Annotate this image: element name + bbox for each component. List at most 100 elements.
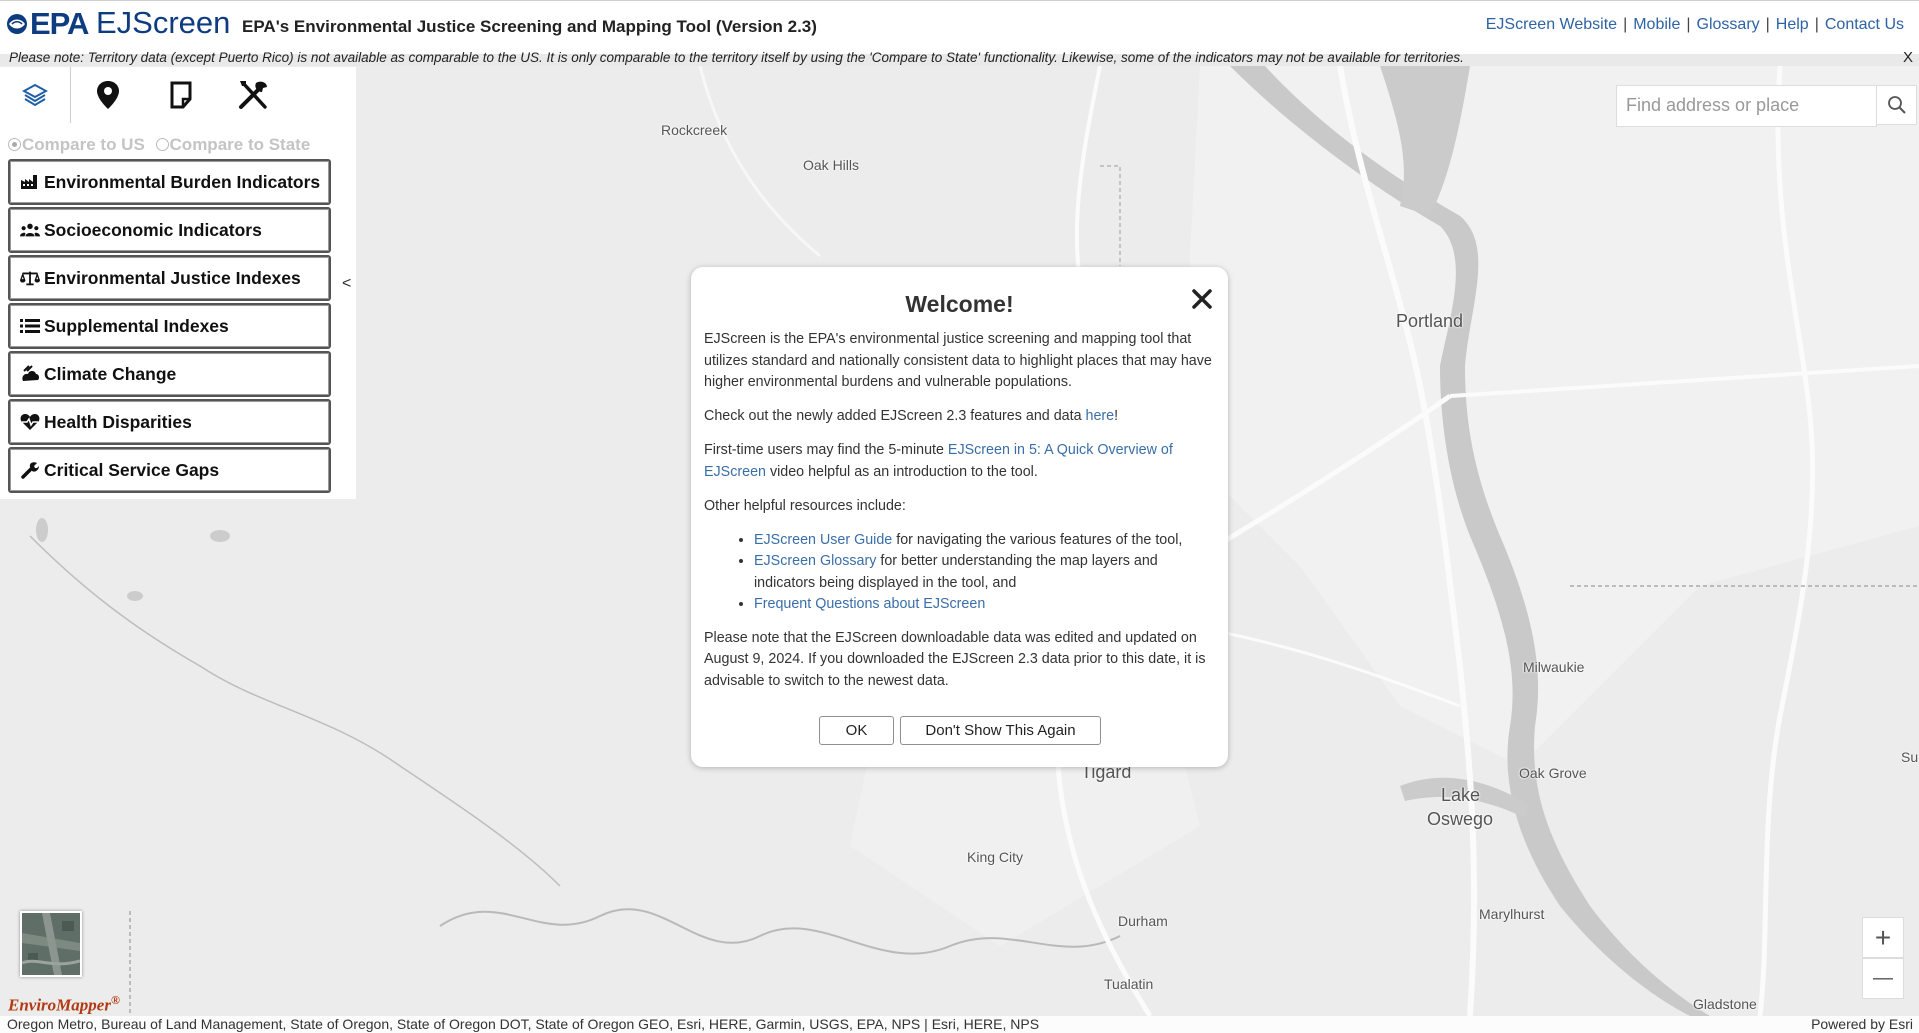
zoom-out-button[interactable]: — [1862,958,1904,999]
enviromapper-logo-mark: ® [110,993,120,1007]
app-header: EPA EJScreen EPA's Environmental Justice… [0,0,1919,66]
list-item: EJScreen Glossary for better understandi… [754,551,1214,594]
search-input[interactable] [1617,86,1875,124]
place-label: Tualatin [1104,976,1154,992]
people-icon [20,220,40,240]
place-label: Rockcreek [661,122,728,138]
list-item: Frequent Questions about EJScreen [754,594,1214,616]
compare-us-radio[interactable] [8,138,21,151]
close-icon [1192,289,1212,309]
basemap-toggle-button[interactable] [20,911,82,977]
map-attribution: Oregon Metro, Bureau of Land Management,… [0,1016,1919,1033]
top-links: EJScreen Website | Mobile | Glossary | Help | Co… [1486,16,1904,34]
list-icon [20,316,40,336]
tab-layers[interactable] [0,67,71,123]
dialog-text: for navigating the various features of t… [892,531,1183,548]
category-label: Environmental Burden Indicators [44,171,321,192]
place-label: Oswego [1427,809,1494,829]
layers-icon [22,83,48,107]
category-label: Socioeconomic Indicators [44,219,262,240]
dialog-text: video helpful as an introduction to the … [765,463,1038,480]
tab-location[interactable] [73,67,143,123]
factory-icon [20,172,40,192]
category-label: Climate Change [44,363,177,384]
dialog-close-button[interactable] [1188,285,1216,313]
attribution-text: Oregon Metro, Bureau of Land Management,… [7,1016,1040,1032]
new-features-link[interactable]: here [1086,408,1115,424]
category-label: Environmental Justice Indexes [44,267,301,288]
ok-button[interactable]: OK [819,716,894,745]
supplemental-indexes-button[interactable]: Supplemental Indexes [8,303,331,349]
place-label: Marylhurst [1479,906,1545,922]
link-mobile[interactable]: Mobile [1633,16,1680,33]
place-label: Lake [1441,785,1481,805]
climate-icon [20,364,40,384]
territory-notice: Please note: Territory data (except Puer… [9,50,1464,65]
basemap-thumbnail-icon [22,913,80,975]
link-separator: | [1765,16,1770,33]
glossary-link[interactable]: EJScreen Glossary [754,553,876,569]
place-label: Gladstone [1693,996,1757,1012]
enviromapper-logo-text: EnviroMapper [8,995,111,1015]
compare-options: Compare to US Compare to State [8,135,310,155]
place-label: King City [967,849,1024,865]
dialog-paragraph: EJScreen is the EPA's environmental just… [704,331,1212,390]
place-label: Oak Hills [803,157,860,173]
compare-us-label: Compare to US [22,135,145,154]
category-label: Supplemental Indexes [44,315,229,336]
place-label: Portland [1396,311,1464,331]
env-burden-indicators-button[interactable]: Environmental Burden Indicators [8,159,331,205]
user-guide-link[interactable]: EJScreen User Guide [754,532,892,548]
place-label: Oak Grove [1519,765,1587,781]
critical-service-gaps-button[interactable]: Critical Service Gaps [8,447,331,493]
link-separator: | [1814,16,1819,33]
place-label: Milwaukie [1523,659,1585,675]
link-help[interactable]: Help [1776,16,1809,33]
dialog-text: ! [1114,408,1119,424]
climate-change-button[interactable]: Climate Change [8,351,331,397]
collapse-panel-button[interactable]: < [342,275,351,293]
scale-icon [20,268,40,288]
dialog-text: First-time users may find the 5-minute [704,442,948,458]
dialog-paragraph: Other helpful resources include: [704,497,906,514]
dialog-paragraph: First-time users may find the 5-minute E… [704,440,1214,483]
heart-pulse-icon [20,412,40,432]
category-label: Critical Service Gaps [44,459,220,480]
ej-indexes-button[interactable]: Environmental Justice Indexes [8,255,331,301]
dialog-body: EJScreen is the EPA's environmental just… [704,329,1214,705]
layer-panel: Compare to US Compare to State Environme… [0,67,356,499]
compare-state-option[interactable]: Compare to State [155,135,310,154]
powered-by-esri[interactable]: Powered by Esri [1811,1016,1913,1032]
health-disparities-button[interactable]: Health Disparities [8,399,331,445]
link-separator: | [1686,16,1691,33]
place-label: Durham [1118,913,1168,929]
app-title: EJScreen [96,5,231,40]
panel-tabs [0,67,356,123]
dont-show-again-button[interactable]: Don't Show This Again [900,716,1101,745]
link-separator: | [1623,16,1628,33]
search-icon [1887,96,1906,114]
tab-tools[interactable] [219,67,289,123]
welcome-dialog: Welcome! EJScreen is the EPA's environme… [691,267,1228,767]
category-label: Health Disparities [44,411,192,432]
compare-state-radio[interactable] [155,138,169,151]
notice-close-button[interactable]: X [1903,49,1913,66]
tools-icon [239,81,267,109]
epa-globe-icon [7,14,27,34]
report-icon [170,81,192,109]
link-contact-us[interactable]: Contact Us [1825,16,1904,33]
faq-link[interactable]: Frequent Questions about EJScreen [754,596,985,612]
map-pin-icon [97,81,119,109]
list-item: EJScreen User Guide for navigating the v… [754,530,1214,552]
compare-us-option[interactable]: Compare to US [8,135,145,154]
socioeconomic-indicators-button[interactable]: Socioeconomic Indicators [8,207,331,253]
wrench-icon [20,460,40,480]
link-glossary[interactable]: Glossary [1697,16,1760,33]
link-ejscreen-website[interactable]: EJScreen Website [1486,16,1617,33]
search-button[interactable] [1876,85,1917,125]
dialog-paragraph: Please note that the EJScreen downloadab… [704,629,1206,689]
zoom-in-button[interactable]: + [1862,917,1904,958]
epa-logo[interactable]: EPA [6,6,89,42]
enviromapper-logo: EnviroMapper® [8,993,120,1016]
tab-reports[interactable] [146,67,216,123]
